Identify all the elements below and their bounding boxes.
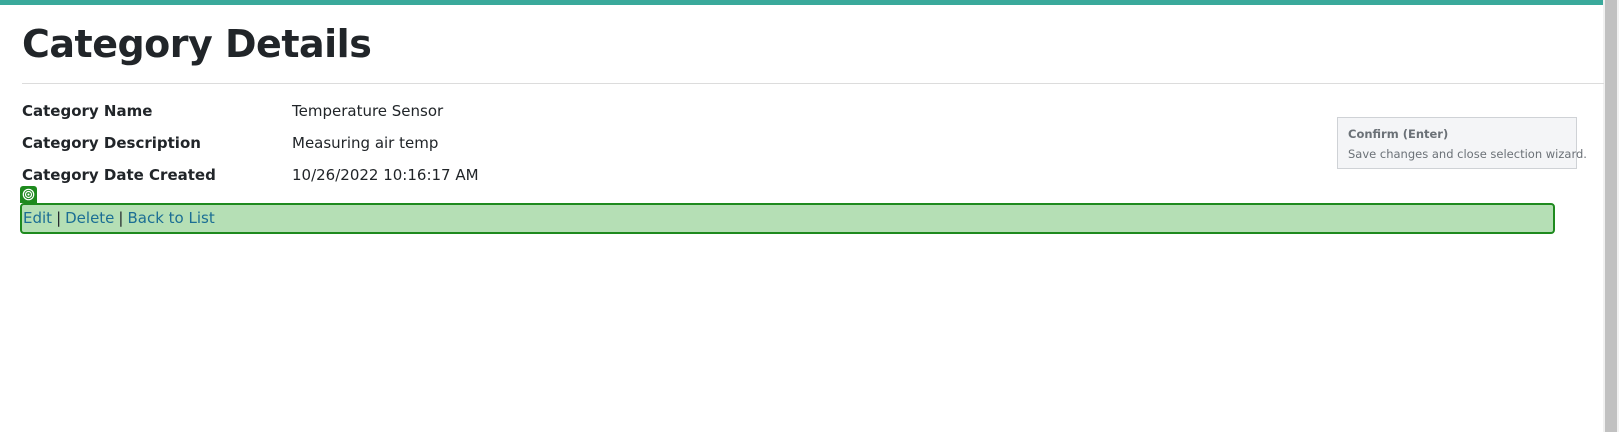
tooltip-title: Confirm (Enter) [1348,127,1449,141]
edit-link[interactable]: Edit [23,209,52,227]
detail-label: Category Description [22,134,201,152]
target-icon[interactable] [20,186,37,203]
detail-value: 10/26/2022 10:16:17 AM [292,166,479,184]
tooltip-description: Save changes and close selection wizard. [1348,147,1587,161]
scrollbar-thumb[interactable] [1605,0,1617,432]
title-divider [22,83,1604,84]
page-title: Category Details [22,22,372,66]
back-to-list-link[interactable]: Back to List [127,209,214,227]
detail-row-category-description: Category Description Measuring air temp [22,132,822,164]
selected-action-bar: Edit | Delete | Back to List [20,203,1555,234]
link-separator: | [118,209,124,227]
vertical-scrollbar[interactable] [1603,0,1619,432]
link-separator: | [56,209,62,227]
detail-value: Temperature Sensor [292,102,444,120]
detail-label: Category Name [22,102,153,120]
confirm-tooltip: Confirm (Enter) Save changes and close s… [1337,117,1587,169]
detail-value: Measuring air temp [292,134,439,152]
delete-link[interactable]: Delete [65,209,114,227]
target-icon-graphic [22,188,35,201]
top-accent-bar [0,0,1603,5]
detail-label: Category Date Created [22,166,216,184]
details-list: Category Name Temperature Sensor Categor… [22,100,822,196]
detail-row-category-name: Category Name Temperature Sensor [22,100,822,132]
detail-row-category-date-created: Category Date Created 10/26/2022 10:16:1… [22,164,822,196]
action-links: Edit | Delete | Back to List [23,209,215,227]
